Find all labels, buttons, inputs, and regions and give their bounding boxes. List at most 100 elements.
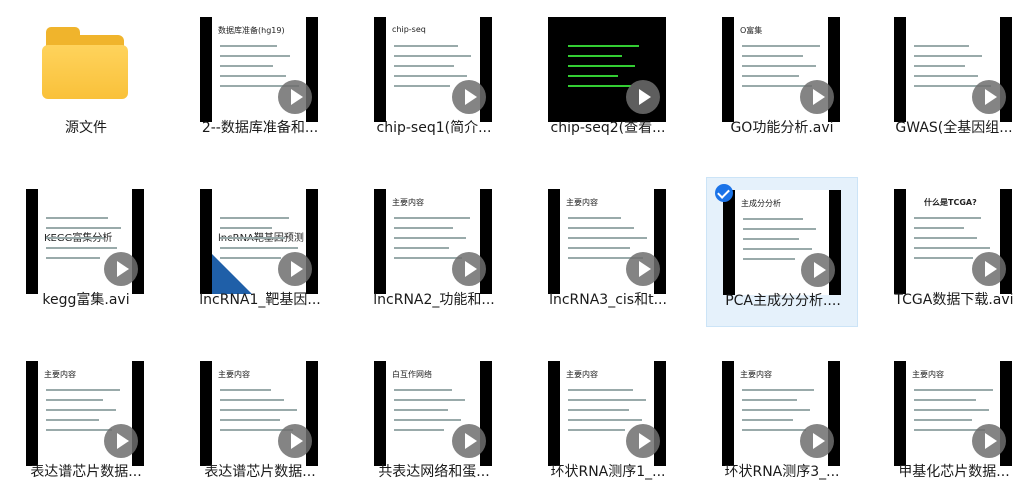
play-icon (626, 252, 660, 286)
slide-text-line (743, 218, 803, 220)
slide-text-line (46, 419, 99, 421)
video-file-item[interactable]: KEGG富集分析kegg富集.avi (10, 177, 162, 327)
slide-text-line (914, 247, 990, 249)
video-file-item[interactable]: 主要内容 lncRNA3_cis和t... (532, 177, 684, 327)
video-file-item[interactable]: 什么是TCGA? TCGA数据下载.avi (878, 177, 1030, 327)
file-name-label: chip-seq2(查看... (550, 120, 666, 136)
video-file-item[interactable]: 主要内容 环状RNA测序3_... (706, 349, 858, 499)
slide-text-line (742, 45, 820, 47)
file-name-label: lncRNA2_功能和... (373, 292, 495, 308)
slide-text-line (914, 217, 981, 219)
slide-text-line (220, 217, 289, 219)
file-name-label: 表达谱芯片数据... (204, 464, 316, 480)
video-file-item[interactable]: lncRNA靶基因预测lncRNA1_靶基因... (184, 177, 336, 327)
slide-text-line (568, 85, 631, 87)
play-icon (972, 252, 1006, 286)
slide-text-line (394, 237, 466, 239)
slide-text-line (914, 257, 973, 259)
video-thumbnail: 什么是TCGA? (894, 189, 1012, 294)
slide-text-line (914, 75, 978, 77)
play-icon (801, 253, 835, 287)
file-name-label: 源文件 (65, 120, 107, 136)
file-name-label: 环状RNA测序1_... (550, 464, 666, 480)
play-icon (452, 424, 486, 458)
video-thumbnail: 数据库准备(hg19) (200, 17, 318, 122)
slide-text-line (394, 257, 462, 259)
slide-text-line (568, 227, 634, 229)
slide-text-line (46, 227, 121, 229)
slide-text-line (46, 237, 104, 239)
play-icon (972, 424, 1006, 458)
file-name-label: GO功能分析.avi (730, 120, 834, 136)
slide-text-line (742, 389, 814, 391)
slide-text-line (742, 419, 793, 421)
thumbnail-title: 主要内容 (44, 370, 76, 379)
slide-text-line (394, 429, 444, 431)
slide-text-line (742, 409, 810, 411)
slide-text-line (568, 247, 630, 249)
video-file-item[interactable]: 数据库准备(hg19) 2--数据库准备和... (184, 5, 336, 155)
video-file-item[interactable]: chip-seq2(查看... (532, 5, 684, 155)
folder-item[interactable]: 源文件 (10, 5, 162, 155)
slide-text-line (568, 237, 647, 239)
slide-text-line (46, 389, 120, 391)
play-icon (626, 80, 660, 114)
play-icon (800, 80, 834, 114)
video-thumbnail: 主要内容 (374, 189, 492, 294)
video-file-item[interactable]: 白互作网络 共表达网络和蛋... (358, 349, 510, 499)
slide-text-line (568, 409, 629, 411)
slide-text-line (914, 237, 977, 239)
video-thumbnail (894, 17, 1012, 122)
selected-check-icon[interactable] (715, 184, 733, 202)
slide-text-line (568, 217, 621, 219)
video-file-item[interactable]: GWAS(全基因组... (878, 5, 1030, 155)
thumbnail-title: 主要内容 (218, 370, 250, 379)
slide-text-line (394, 45, 458, 47)
slide-text-line (568, 55, 622, 57)
slide-text-line (742, 429, 806, 431)
thumbnail-title: 白互作网络 (392, 370, 432, 379)
slide-text-line (914, 399, 976, 401)
slide-text-line (742, 399, 797, 401)
slide-text-line (220, 45, 277, 47)
slide-text-line (742, 85, 812, 87)
play-icon (104, 424, 138, 458)
slide-text-line (220, 409, 297, 411)
slide-text-line (46, 217, 108, 219)
slide-text-line (568, 45, 639, 47)
video-file-item[interactable]: 主要内容表达谱芯片数据... (10, 349, 162, 499)
video-thumbnail: O富集 (722, 17, 840, 122)
video-thumbnail: chip-seq (374, 17, 492, 122)
video-file-item[interactable]: O富集 GO功能分析.avi (706, 5, 858, 155)
video-thumbnail: 主要内容 (200, 361, 318, 466)
thumbnail-title: 什么是TCGA? (924, 198, 977, 207)
video-file-item[interactable]: 主要内容表达谱芯片数据... (184, 349, 336, 499)
video-thumbnail: 主要内容 (548, 361, 666, 466)
slide-text-line (914, 409, 989, 411)
slide-text-line (220, 419, 280, 421)
video-file-item[interactable]: chip-seq chip-seq1(简介... (358, 5, 510, 155)
slide-text-line (394, 389, 452, 391)
slide-text-line (394, 75, 467, 77)
file-name-label: GWAS(全基因组... (895, 120, 1013, 136)
play-icon (278, 80, 312, 114)
slide-text-line (394, 419, 461, 421)
video-file-item[interactable]: 主要内容 甲基化芯片数据... (878, 349, 1030, 499)
slide-text-line (46, 399, 103, 401)
file-name-label: TCGA数据下载.avi (894, 292, 1014, 308)
slide-text-line (742, 65, 816, 67)
slide-text-line (743, 248, 812, 250)
file-name-label: 表达谱芯片数据... (30, 464, 142, 480)
video-file-item[interactable]: 主要内容 lncRNA2_功能和... (358, 177, 510, 327)
play-icon (452, 80, 486, 114)
video-thumbnail: 主要内容 (26, 361, 144, 466)
play-icon (278, 424, 312, 458)
video-file-item[interactable]: 主要内容 环状RNA测序1_... (532, 349, 684, 499)
slide-text-line (220, 55, 290, 57)
video-file-item[interactable]: 主成分分析 PCA主成分分析.... (706, 177, 858, 327)
slide-text-line (914, 45, 969, 47)
play-icon (452, 252, 486, 286)
video-thumbnail: 主要内容 (894, 361, 1012, 466)
video-thumbnail: 主成分分析 (723, 190, 841, 295)
folder-icon (40, 27, 130, 99)
